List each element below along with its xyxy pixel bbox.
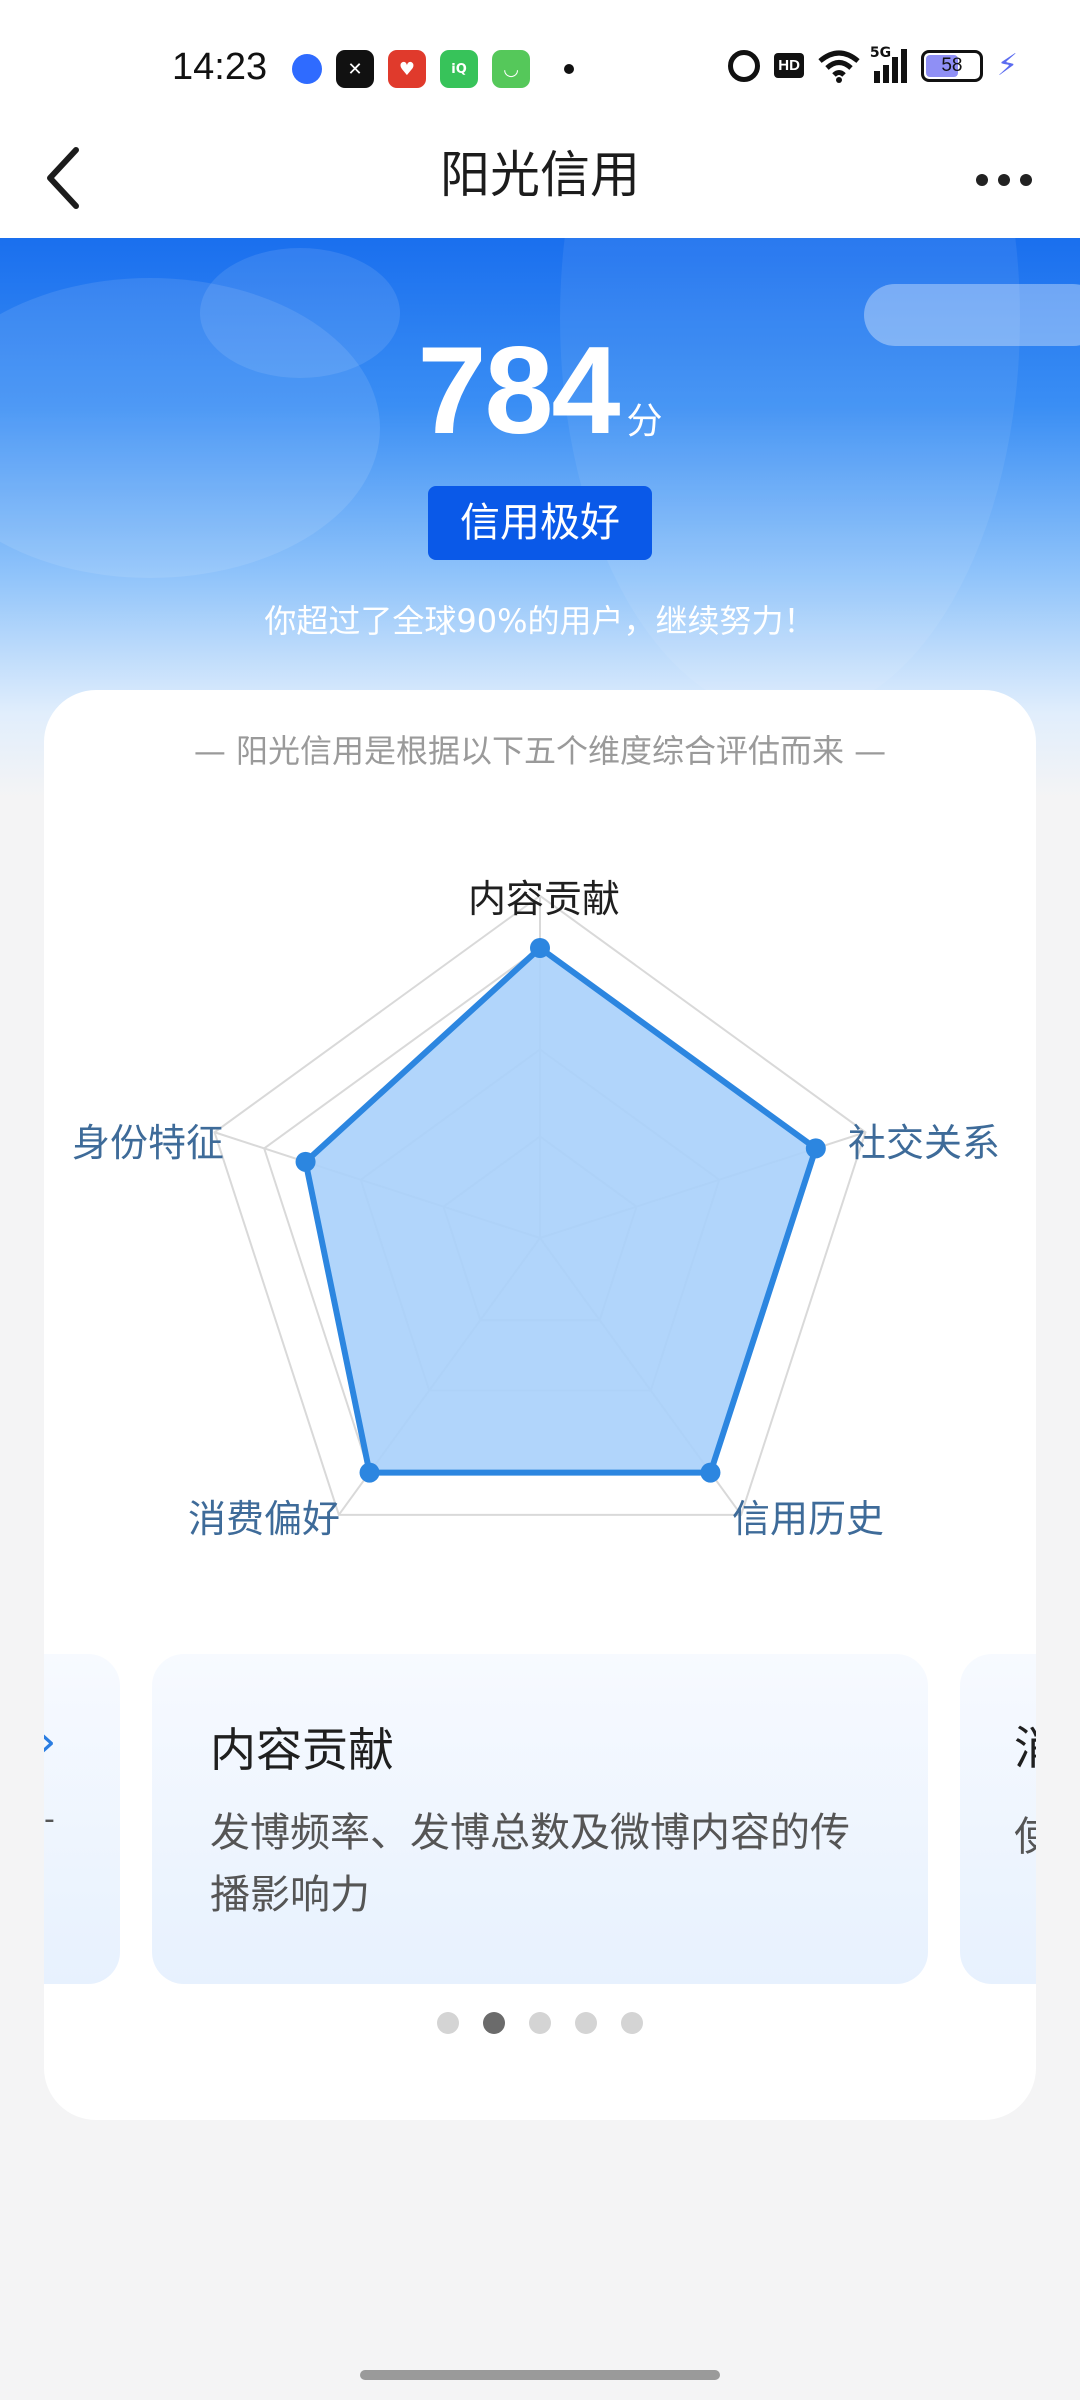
prev-card-text: -: [44, 1802, 55, 1837]
radar-point-4: [295, 1151, 316, 1172]
radar-series-area: [302, 945, 819, 1476]
axis-label-credit-history[interactable]: 信用历史: [732, 1488, 884, 1543]
next-card-title: 消: [1014, 1712, 1036, 1778]
axis-label-consumption[interactable]: 消费偏好: [188, 1488, 340, 1543]
dimension-description: 发博频率、发博总数及微博内容的传播影响力: [210, 1810, 850, 1918]
credit-radar-chart: [213, 894, 867, 1516]
page-dot[interactable]: [621, 2012, 643, 2034]
axis-label-identity[interactable]: 身份特征: [72, 1112, 224, 1167]
axis-label-social[interactable]: 社交关系: [848, 1112, 1000, 1167]
page-dot[interactable]: [575, 2012, 597, 2034]
page-dot-active[interactable]: [483, 2012, 505, 2034]
battery-level: 58: [941, 54, 963, 76]
chevron-right-icon: ›: [44, 1714, 56, 1768]
page-dot[interactable]: [529, 2012, 551, 2034]
radar-point-2: [700, 1462, 721, 1483]
radar-point-1: [805, 1138, 826, 1159]
radar-point-0: [530, 938, 550, 958]
carousel-card-prev[interactable]: › -: [44, 1654, 120, 1984]
axis-label-content[interactable]: 内容贡献: [468, 868, 620, 923]
carousel-card-next[interactable]: 消 使: [960, 1654, 1036, 1984]
dimension-title: 内容贡献: [210, 1723, 394, 1777]
radar-point-3: [359, 1462, 380, 1483]
next-card-text: 使: [1014, 1814, 1036, 1860]
carousel-pagination: [0, 2012, 1080, 2034]
page-dot[interactable]: [437, 2012, 459, 2034]
carousel-card-active[interactable]: 内容贡献 发博频率、发博总数及微博内容的传播影响力: [152, 1654, 928, 1984]
home-indicator[interactable]: [360, 2370, 720, 2380]
